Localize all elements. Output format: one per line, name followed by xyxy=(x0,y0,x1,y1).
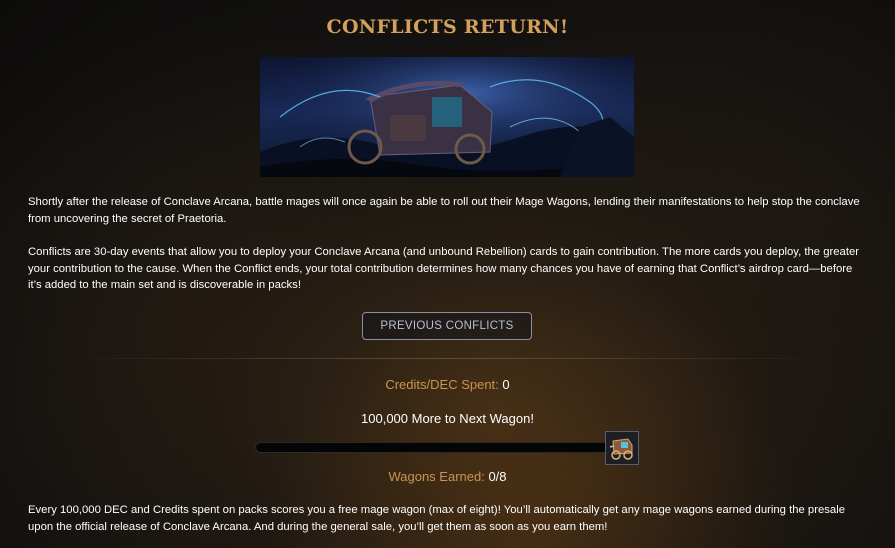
mage-wagon-icon xyxy=(605,431,639,465)
page-title: CONFLICTS RETURN! xyxy=(326,16,569,38)
wagon-progress-bar xyxy=(255,442,615,453)
intro-paragraph-2: Conflicts are 30-day events that allow y… xyxy=(28,246,860,291)
wagons-earned-label: Wagons Earned: xyxy=(388,469,485,484)
credits-spent-label: Credits/DEC Spent: xyxy=(385,377,499,392)
wagons-earned-line: Wagons Earned: 0/8 xyxy=(0,469,895,484)
section-divider xyxy=(60,358,835,359)
next-wagon-text: 100,000 More to Next Wagon! xyxy=(361,411,534,426)
credits-spent-line: Credits/DEC Spent: 0 xyxy=(0,377,895,392)
wagons-earned-value: 0/8 xyxy=(488,469,507,484)
conflict-banner-image xyxy=(260,57,634,177)
mage-wagon-scene-icon xyxy=(260,57,634,177)
previous-conflicts-button[interactable]: PREVIOUS CONFLICTS xyxy=(362,312,532,340)
credits-spent-value: 0 xyxy=(502,377,510,392)
intro-paragraph-1: Shortly after the release of Conclave Ar… xyxy=(28,196,860,225)
footer-paragraph: Every 100,000 DEC and Credits spent on p… xyxy=(28,504,845,533)
